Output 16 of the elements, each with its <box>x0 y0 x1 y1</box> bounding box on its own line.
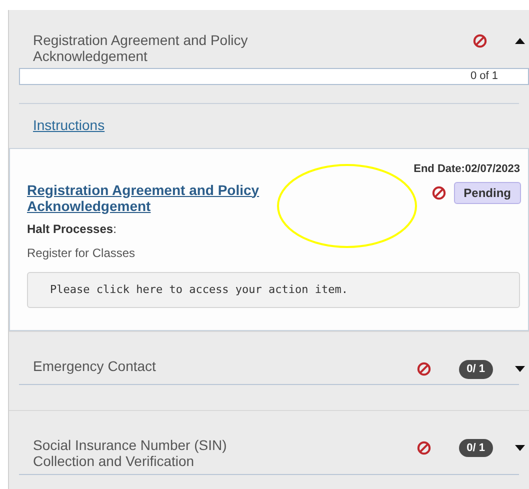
halt-processes-label: Halt Processes: <box>27 220 118 238</box>
halt-process-name: Register for Classes <box>27 244 136 262</box>
action-item-message[interactable]: Please click here to access your action item. <box>27 272 520 308</box>
end-date: End Date:02/07/2023 <box>414 162 520 177</box>
caret-up-icon[interactable] <box>515 38 525 44</box>
count-badge: 0/ 1 <box>458 438 493 457</box>
status-badge: Pending <box>454 182 521 204</box>
instructions-link[interactable]: Instructions <box>33 117 105 133</box>
section-title[interactable]: Social Insurance Number (SIN) Collection and Verification <box>19 436 281 468</box>
caret-down-icon[interactable] <box>515 366 525 372</box>
count-badge: 0/ 1 <box>458 360 493 378</box>
caret-down-icon[interactable] <box>515 444 525 451</box>
section-title[interactable]: Registration Agreement and Policy Acknowledgement <box>19 32 281 64</box>
progress-text: 0 of 1 <box>470 69 498 84</box>
section-title[interactable]: Emergency Contact <box>19 358 281 374</box>
item-title-link[interactable]: Registration Agreement and Policy Acknowledgement <box>27 182 277 214</box>
